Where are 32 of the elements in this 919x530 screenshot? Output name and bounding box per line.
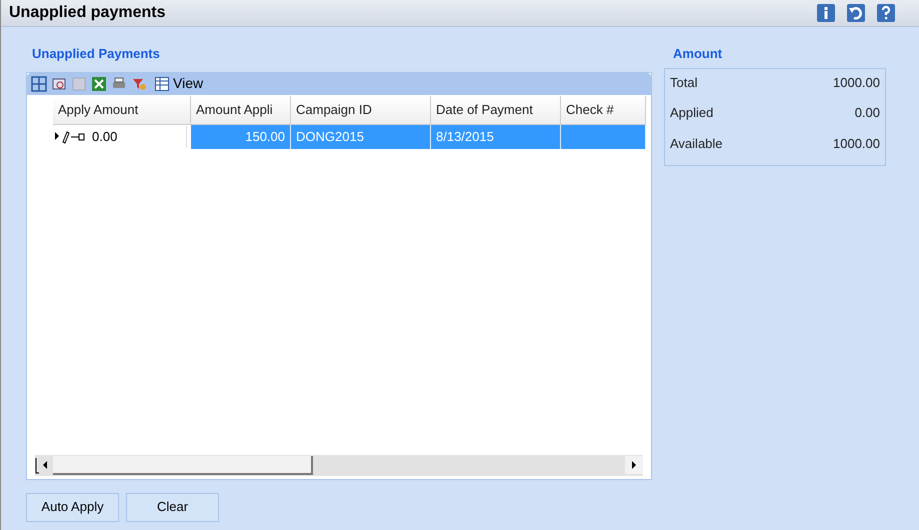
amount-label: Total (670, 74, 698, 92)
grid-icon[interactable] (31, 76, 47, 92)
column-header[interactable]: Check # (561, 96, 646, 124)
column-header[interactable]: Date of Payment (431, 96, 561, 124)
spreadsheet-icon[interactable] (91, 76, 107, 92)
undo-icon[interactable] (847, 4, 865, 22)
amount-value: 0.00 (854, 104, 880, 122)
table-row[interactable]: 0.00 150.00 DONG2015 8/13/2015 (53, 124, 651, 148)
section-title: Amount (673, 45, 724, 63)
action-button[interactable]: Auto Apply (26, 492, 119, 522)
scroll-right-icon[interactable] (625, 456, 643, 474)
help-icon[interactable] (877, 4, 895, 22)
info-icon[interactable] (817, 4, 835, 22)
horizontal-scrollbar[interactable] (35, 454, 643, 476)
column-header[interactable]: Amount Appli (191, 96, 291, 124)
amount-label: Applied (670, 104, 714, 122)
amount-value: 1000.00 (833, 134, 880, 152)
preview-icon[interactable] (51, 76, 67, 92)
table-cell: DONG2015 (291, 124, 431, 148)
table-cell: 150.00 (191, 124, 291, 148)
scroll-thumb[interactable] (53, 456, 313, 474)
section-title: Unapplied Payments (32, 45, 161, 63)
action-button[interactable]: Clear (126, 492, 219, 522)
table-cell: 8/13/2015 (431, 124, 561, 148)
column-header[interactable]: Campaign ID (291, 96, 431, 124)
window-title: Unapplied payments (9, 3, 166, 23)
view-button[interactable]: View (155, 73, 204, 94)
column-header[interactable]: Apply Amount (53, 96, 191, 124)
table-icon (155, 76, 169, 90)
amount-label: Available (670, 134, 723, 152)
amount-value: 1000.00 (833, 74, 880, 92)
apply-amount-field[interactable]: 0.00 (91, 126, 187, 148)
